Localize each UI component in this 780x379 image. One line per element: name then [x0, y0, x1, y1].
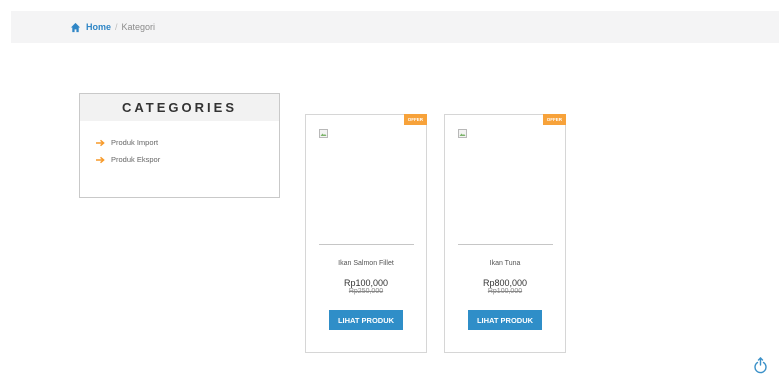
category-item-ekspor[interactable]: Produk Ekspor [96, 151, 279, 168]
category-item-label: Produk Import [111, 138, 159, 147]
home-icon[interactable] [70, 22, 81, 33]
power-icon[interactable] [753, 356, 768, 374]
product-card: OFFER Ikan Salmon Fillet Rp100,000 Rp250… [305, 114, 427, 353]
broken-image-icon [319, 129, 328, 138]
product-price: Rp100,000 [343, 278, 389, 288]
breadcrumb-separator: / [115, 22, 118, 32]
arrow-right-icon [96, 156, 105, 163]
arrow-right-icon [96, 139, 105, 146]
categories-panel: CATEGORIES Produk Import Produk Ekspor [79, 93, 280, 198]
view-product-button[interactable]: LIHAT PRODUK [468, 310, 542, 330]
category-item-label: Produk Ekspor [111, 155, 161, 164]
breadcrumb: Home / Kategori [11, 11, 779, 43]
view-product-button[interactable]: LIHAT PRODUK [329, 310, 403, 330]
product-price: Rp800,000 [482, 278, 528, 288]
offer-badge: OFFER [403, 114, 427, 125]
product-name: Ikan Tuna [489, 260, 521, 267]
categories-list: Produk Import Produk Ekspor [80, 121, 279, 168]
category-item-import[interactable]: Produk Import [96, 134, 279, 151]
product-old-price: Rp250,000 [348, 288, 384, 295]
categories-title: CATEGORIES [80, 94, 279, 121]
broken-image-icon [458, 129, 467, 138]
page: Home / Kategori CATEGORIES Produk Import… [0, 0, 780, 379]
product-image[interactable] [319, 129, 414, 245]
product-card: OFFER Ikan Tuna Rp800,000 Rp100,000 LIHA… [444, 114, 566, 353]
breadcrumb-home-link[interactable]: Home [86, 22, 111, 32]
breadcrumb-current: Kategori [121, 22, 156, 32]
offer-badge: OFFER [542, 114, 566, 125]
product-name: Ikan Salmon Fillet [338, 260, 394, 267]
product-image[interactable] [458, 129, 553, 245]
product-old-price: Rp100,000 [487, 288, 523, 295]
